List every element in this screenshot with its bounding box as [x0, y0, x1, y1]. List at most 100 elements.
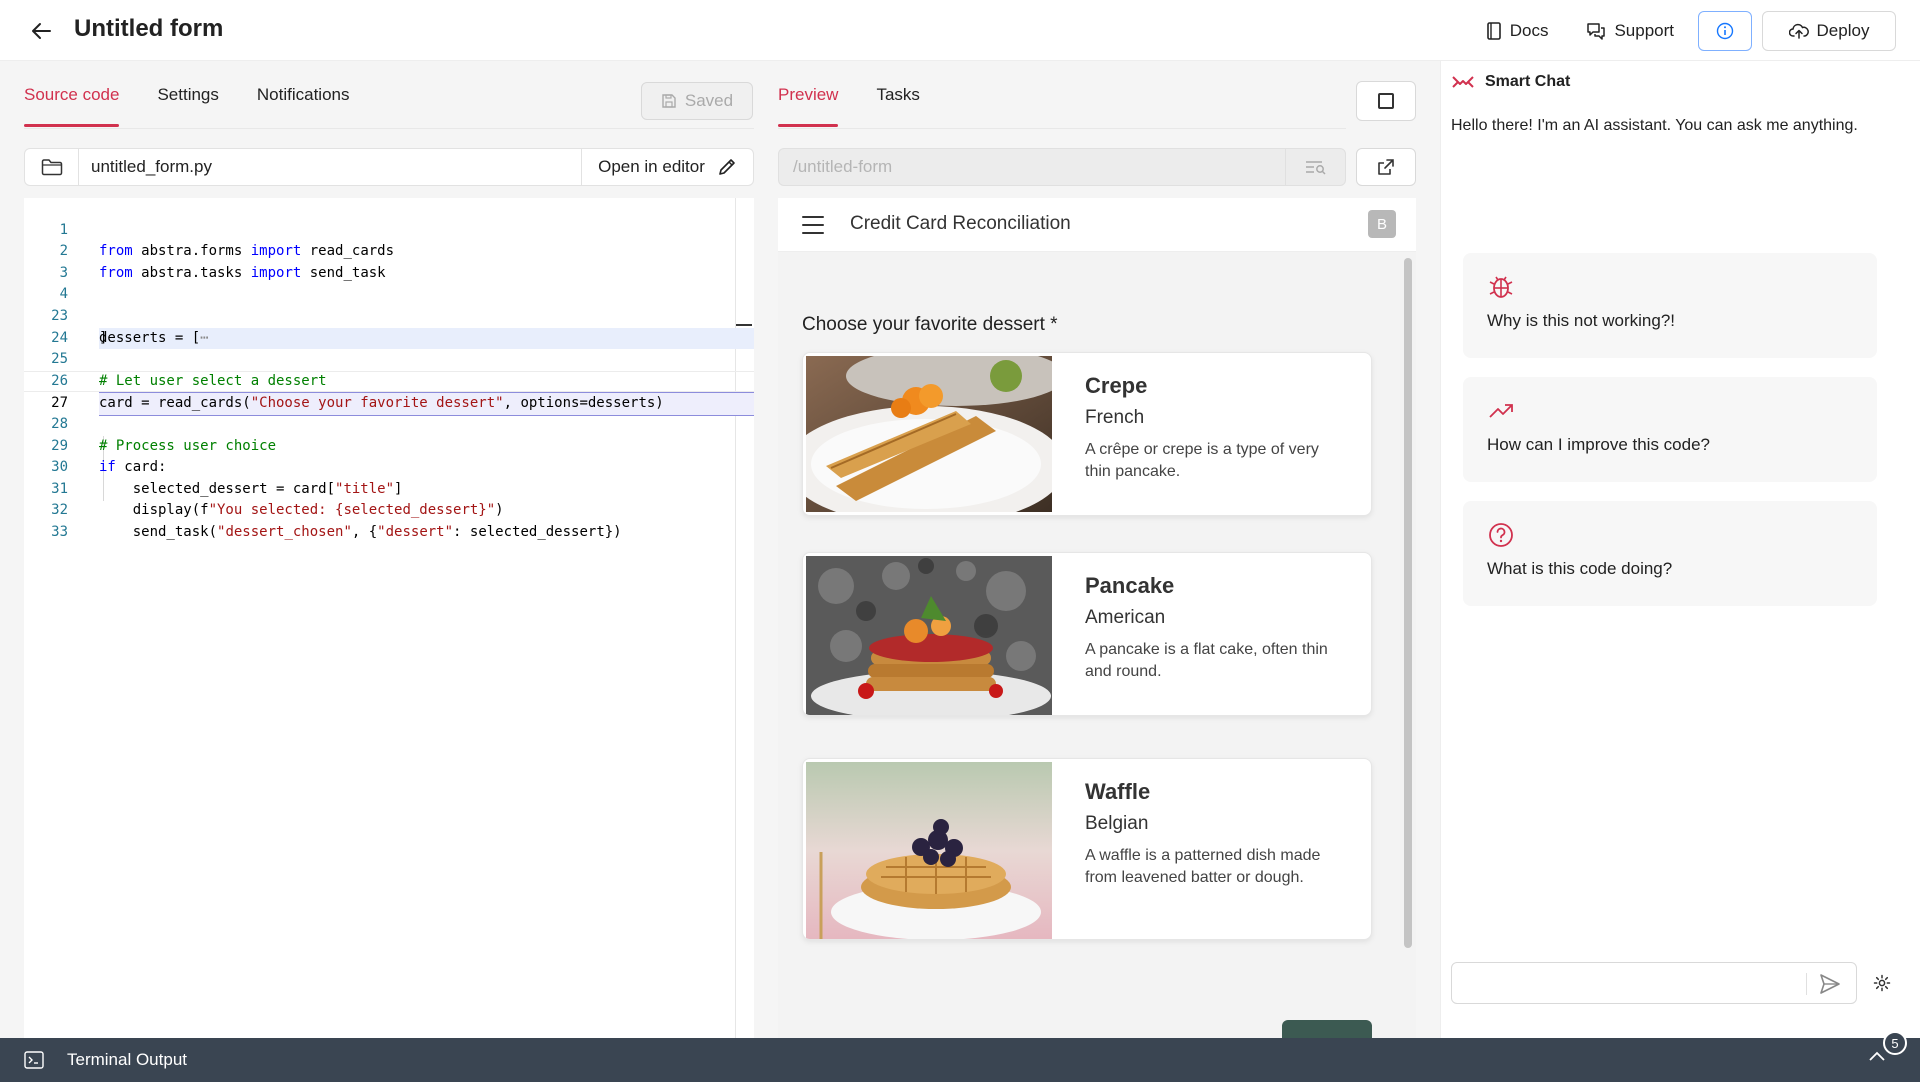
- tab-notifications[interactable]: Notifications: [257, 61, 350, 129]
- suggestion-card-explain[interactable]: What is this code doing?: [1463, 501, 1877, 606]
- cloud-upload-icon: [1788, 23, 1809, 39]
- crepe-image: [806, 356, 1052, 512]
- external-link-icon: [1378, 159, 1394, 175]
- support-link[interactable]: Support: [1572, 12, 1688, 50]
- code-line: 25 # Let user select a dessert: [51, 351, 327, 389]
- notification-badge[interactable]: 5: [1883, 1031, 1907, 1055]
- chat-input[interactable]: [1451, 962, 1857, 1004]
- card-text: Crepe French A crêpe or crepe is a type …: [1085, 373, 1345, 483]
- terminal-icon: [24, 1051, 44, 1069]
- smart-chat-logo-icon: [1452, 76, 1474, 88]
- waffle-image: [806, 762, 1052, 939]
- gear-icon[interactable]: [1873, 974, 1891, 992]
- saved-label: Saved: [684, 91, 734, 110]
- card-origin: Belgian: [1085, 813, 1149, 834]
- card-text: Waffle Belgian A waffle is a patterned d…: [1085, 779, 1345, 889]
- suggestion-card-not-working[interactable]: Why is this not working?!: [1463, 253, 1877, 358]
- smart-chat-panel: Smart Chat Hello there! I'm an AI assist…: [1440, 61, 1920, 1038]
- chevron-up-icon[interactable]: [1868, 1050, 1886, 1062]
- code-line: 29 if card:: [51, 437, 167, 476]
- chat-header: Smart Chat: [1451, 73, 1570, 91]
- chat-title: Smart Chat: [1485, 73, 1571, 90]
- card-title: Crepe: [1085, 373, 1148, 398]
- question-circle-icon: [1489, 523, 1513, 547]
- preview-title: Credit Card Reconciliation: [850, 213, 1071, 234]
- code-line: 31 display(f"You selected: {selected_des…: [51, 480, 504, 519]
- deploy-label: Deploy: [1816, 21, 1870, 40]
- avatar[interactable]: B: [1368, 210, 1396, 238]
- chat-message: Hello there! I'm an AI assistant. You ca…: [1451, 117, 1858, 134]
- card-option-pancake[interactable]: Pancake American A pancake is a flat cak…: [802, 552, 1372, 716]
- tab-source-code[interactable]: Source code: [24, 61, 120, 129]
- code-editor[interactable]: 1 from abstra.forms import read_cards 2 …: [24, 198, 754, 1038]
- file-name: untitled_form.py: [91, 157, 212, 176]
- card-origin: French: [1085, 407, 1145, 428]
- source-tabs: Source code Settings Notifications: [24, 61, 350, 129]
- suggestion-text: What is this code doing?: [1487, 559, 1673, 578]
- code-line: 1 from abstra.forms import read_cards: [59, 221, 395, 260]
- trending-up-icon: [1489, 404, 1513, 418]
- suggestion-text: How can I improve this code?: [1487, 435, 1710, 454]
- suggestion-card-improve[interactable]: How can I improve this code?: [1463, 377, 1877, 482]
- deploy-button[interactable]: Deploy: [1762, 11, 1896, 51]
- code-line: 33: [51, 523, 68, 540]
- code-line: 2 from abstra.tasks import send_task: [59, 243, 386, 281]
- preview-panel: Preview Tasks /untitled-form Credit Card…: [770, 61, 1430, 1038]
- terminal-bar[interactable]: Terminal Output: [0, 1038, 1920, 1082]
- code-line: 30 selected_dessert = card["title"]: [51, 459, 403, 497]
- open-external-button[interactable]: [1356, 148, 1416, 186]
- code-line: 4 desserts = [⋯: [24, 263, 754, 350]
- question-label: Choose your favorite dessert *: [802, 314, 1058, 335]
- source-panel: Source code Settings Notifications Saved…: [0, 61, 770, 1038]
- top-bar: Untitled form Docs Support Deploy: [0, 0, 1920, 61]
- tab-preview[interactable]: Preview: [778, 61, 839, 129]
- maximize-button[interactable]: [1356, 81, 1416, 121]
- pencil-icon: [719, 159, 735, 175]
- tab-tasks[interactable]: Tasks: [876, 61, 919, 129]
- search-lines-icon[interactable]: [1285, 149, 1345, 185]
- card-description: A waffle is a patterned dish made from l…: [1085, 847, 1321, 886]
- card-description: A pancake is a flat cake, often thin and…: [1085, 641, 1328, 680]
- saved-button[interactable]: Saved: [641, 82, 753, 120]
- card-text: Pancake American A pancake is a flat cak…: [1085, 573, 1345, 683]
- back-arrow-icon[interactable]: [28, 18, 54, 44]
- open-in-editor-label: Open in editor: [598, 157, 705, 176]
- url-input[interactable]: /untitled-form: [779, 149, 1285, 185]
- code-line: 24: [51, 329, 68, 346]
- tab-settings[interactable]: Settings: [157, 61, 218, 129]
- input-divider: [1806, 973, 1807, 995]
- support-label: Support: [1614, 21, 1674, 40]
- chat-bubbles-icon: [1587, 23, 1606, 40]
- tab-divider: [778, 128, 1346, 129]
- hamburger-menu-icon[interactable]: [802, 216, 824, 234]
- square-icon: [1378, 93, 1394, 109]
- folder-icon[interactable]: [25, 149, 79, 185]
- card-origin: American: [1085, 607, 1166, 628]
- open-in-editor-button[interactable]: Open in editor: [581, 149, 753, 185]
- code-line: 27: [24, 370, 754, 411]
- bug-icon: [1489, 276, 1513, 298]
- file-bar: untitled_form.py Open in editor: [24, 148, 754, 186]
- tab-divider: [24, 128, 754, 129]
- info-icon: [1716, 22, 1734, 40]
- card-option-waffle[interactable]: Waffle Belgian A waffle is a patterned d…: [802, 758, 1372, 940]
- info-button[interactable]: [1698, 11, 1752, 51]
- url-bar: /untitled-form: [778, 148, 1346, 186]
- card-option-crepe[interactable]: Crepe French A crêpe or crepe is a type …: [802, 352, 1372, 516]
- docs-link[interactable]: Docs: [1472, 12, 1563, 50]
- preview-header: Credit Card Reconciliation B: [778, 198, 1416, 252]
- card-title: Waffle: [1085, 779, 1151, 804]
- send-icon[interactable]: [1818, 972, 1842, 996]
- card-title: Pancake: [1085, 573, 1175, 598]
- suggestion-text: Why is this not working?!: [1487, 311, 1676, 330]
- docs-label: Docs: [1509, 21, 1549, 40]
- code-line: 23 ]: [51, 307, 108, 346]
- preview-tabs: Preview Tasks: [778, 61, 920, 129]
- code-line: 3: [59, 264, 68, 281]
- book-icon: [1486, 22, 1501, 40]
- code-line: 26 card = read_cards("Choose your favori…: [24, 349, 754, 416]
- card-description: A crêpe or crepe is a type of very thin …: [1085, 441, 1319, 480]
- preview-scrollbar[interactable]: [1404, 258, 1412, 948]
- save-icon: [662, 94, 676, 108]
- next-button[interactable]: [1282, 1020, 1372, 1038]
